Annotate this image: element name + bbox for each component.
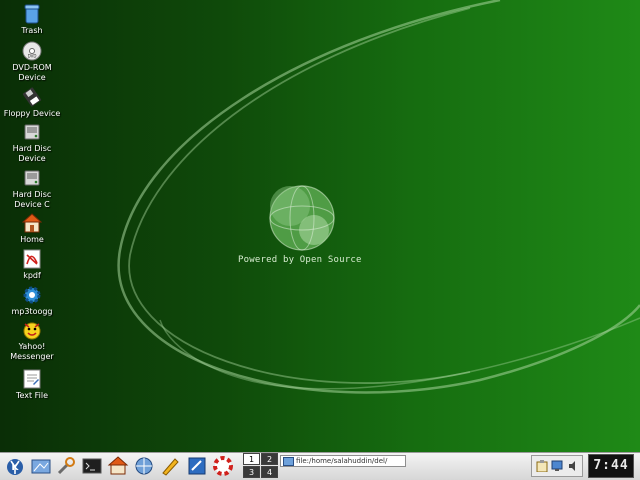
desktop-icon-label: Floppy Device <box>3 109 61 118</box>
dvd-rom-icon: DVD <box>21 40 43 62</box>
kpdf-icon <box>21 248 43 270</box>
desktop-icon-label: Home <box>20 235 44 244</box>
pager-desktop-2[interactable]: 2 <box>261 453 278 465</box>
desktop-icon-trash[interactable]: Trash <box>0 3 64 36</box>
gear-icon <box>21 284 43 306</box>
network-button[interactable] <box>132 454 156 478</box>
url-applet-input[interactable]: file:/home/salahuddin/del/ <box>280 455 406 467</box>
desktop-icon-label: Trash <box>21 26 43 35</box>
desktop-icon-label: kpdf <box>23 271 41 280</box>
wallpaper-caption: Powered by Open Source <box>238 255 362 265</box>
home-icon <box>107 456 129 475</box>
yahoo-messenger-icon <box>21 319 43 341</box>
help-button[interactable] <box>211 454 235 478</box>
desktop-icon-label: Hard Disc Device <box>12 144 52 163</box>
desktop-icon-yahoo-messenger[interactable]: Yahoo! Messenger <box>0 319 64 362</box>
volume-icon[interactable] <box>567 460 579 472</box>
desktop-icon-kpdf[interactable]: kpdf <box>0 248 64 281</box>
desktop[interactable]: Powered by Open Source Trash DVD DVD-ROM… <box>0 0 640 452</box>
kate-icon <box>188 457 206 475</box>
display-icon[interactable] <box>551 460 563 472</box>
terminal-button[interactable] <box>80 454 104 478</box>
tools-button[interactable] <box>54 454 78 478</box>
desktop-icon-label: Text File <box>15 391 49 400</box>
editor-icon <box>162 458 179 476</box>
desktop-icon-mp3toogg[interactable]: mp3toogg <box>0 284 64 317</box>
tools-icon <box>57 457 75 475</box>
svg-text:DVD: DVD <box>28 54 37 59</box>
desktop-icon-label: mp3toogg <box>11 307 53 316</box>
clipboard-icon[interactable] <box>536 460 548 472</box>
editor-button[interactable] <box>158 454 182 478</box>
network-icon <box>135 457 153 475</box>
wallpaper-swirl <box>117 0 640 394</box>
home-button[interactable] <box>106 454 130 478</box>
desktop-icon-label: Yahoo! Messenger <box>10 342 54 361</box>
desktop-icon-label: DVD-ROM Device <box>12 63 52 82</box>
show-desktop-button[interactable] <box>29 454 53 478</box>
pager-desktop-1[interactable]: 1 <box>243 453 260 465</box>
trash-icon <box>21 3 43 25</box>
floppy-icon <box>21 86 43 108</box>
kde-menu-icon: K <box>7 459 23 475</box>
kde-menu-button[interactable]: K <box>3 454 27 478</box>
pager-desktop-3[interactable]: 3 <box>243 466 260 478</box>
url-applet-value: file:/home/salahuddin/del/ <box>296 457 388 465</box>
folder-icon <box>283 456 294 466</box>
desktop-icon-label: Hard Disc Device C <box>12 190 52 209</box>
desktop-icon-home[interactable]: Home <box>0 212 64 245</box>
desktop-icon <box>31 459 51 474</box>
text-file-icon <box>21 368 43 390</box>
desktop-icon-hard-disc-c[interactable]: Hard Disc Device C <box>0 167 64 210</box>
system-tray <box>531 455 583 477</box>
hard-disc-icon <box>21 167 43 189</box>
clock[interactable]: 7:44 <box>588 454 634 478</box>
help-icon <box>213 456 233 476</box>
desktop-icon-floppy[interactable]: Floppy Device <box>0 86 64 119</box>
desktop-icon-dvd-rom[interactable]: DVD DVD-ROM Device <box>0 40 64 83</box>
home-icon <box>21 212 43 234</box>
pager-desktop-4[interactable]: 4 <box>261 466 278 478</box>
open-source-globe-icon <box>269 185 335 251</box>
terminal-icon <box>82 458 102 474</box>
desktop-icon-text-file[interactable]: Text File <box>0 368 64 401</box>
kate-button[interactable] <box>185 454 209 478</box>
svg-text:K: K <box>12 463 20 473</box>
hard-disc-icon <box>21 121 43 143</box>
desktop-icon-hard-disc[interactable]: Hard Disc Device <box>0 121 64 164</box>
